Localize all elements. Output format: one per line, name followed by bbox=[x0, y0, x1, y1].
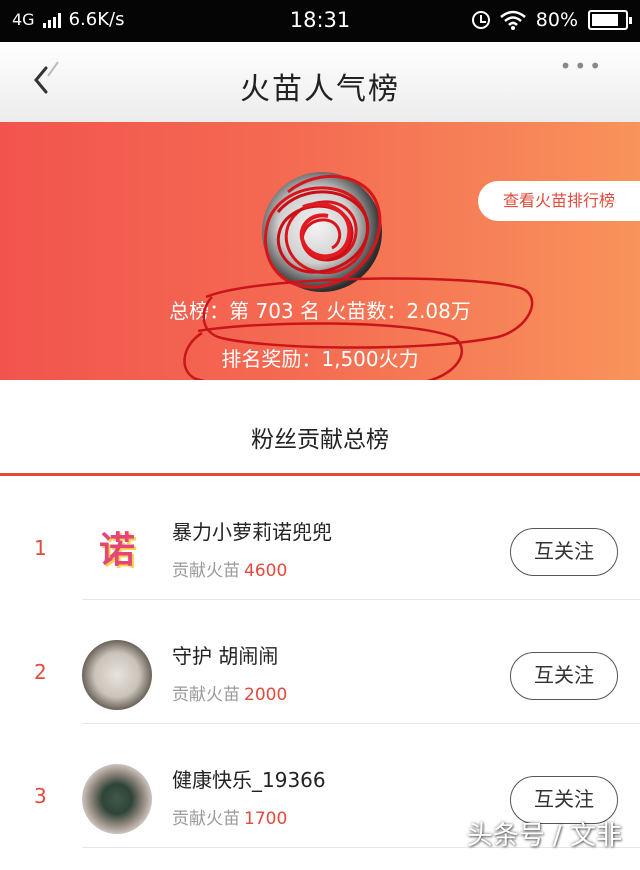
battery-percent: 80% bbox=[535, 9, 578, 31]
contribution-label: 贡献火苗 bbox=[172, 809, 240, 829]
avatar bbox=[82, 640, 152, 710]
contribution-value: 4600 bbox=[244, 561, 288, 581]
avatar bbox=[82, 764, 152, 834]
battery-fill bbox=[592, 14, 618, 26]
contribution-label: 贡献火苗 bbox=[172, 561, 240, 581]
user-name: 守护 胡闹闹 bbox=[172, 644, 279, 668]
battery-icon bbox=[588, 10, 632, 30]
nav-bar: 火苗人气榜 ••• bbox=[0, 42, 640, 122]
contribution: 贡献火苗 2000 bbox=[172, 680, 287, 705]
alarm-icon bbox=[471, 11, 490, 29]
follow-button[interactable]: 互关注 bbox=[510, 528, 618, 576]
view-ranking-button[interactable]: 查看火苗排行榜 bbox=[478, 181, 640, 221]
contribution-value: 2000 bbox=[244, 685, 288, 705]
status-right: 80% bbox=[471, 9, 632, 31]
rank-number: 1 bbox=[34, 536, 47, 560]
more-menu-button[interactable]: ••• bbox=[560, 54, 604, 78]
user-name: 健康快乐_19366 bbox=[172, 768, 326, 792]
contribution: 贡献火苗 4600 bbox=[172, 556, 287, 581]
follow-button[interactable]: 互关注 bbox=[510, 652, 618, 700]
rank-number: 2 bbox=[34, 660, 47, 684]
page-title: 火苗人气榜 bbox=[240, 72, 400, 107]
contribution-label: 贡献火苗 bbox=[172, 685, 240, 705]
fan-ranking-list: 1 诺 暴力小萝莉诺兜兜 贡献火苗 4600 互关注 2 守护 胡闹闹 贡献火苗 2… bbox=[0, 476, 640, 848]
contribution: 贡献火苗 1700 bbox=[172, 804, 287, 829]
avatar: 诺 bbox=[82, 516, 152, 586]
list-item[interactable]: 2 守护 胡闹闹 贡献火苗 2000 互关注 bbox=[0, 600, 640, 724]
list-item[interactable]: 1 诺 暴力小萝莉诺兜兜 贡献火苗 4600 互关注 bbox=[0, 476, 640, 600]
section-title: 粉丝贡献总榜 bbox=[251, 427, 389, 453]
watermark: 头条号 / 文非 bbox=[466, 821, 622, 851]
wifi-icon bbox=[499, 10, 526, 30]
contribution-value: 1700 bbox=[244, 809, 288, 829]
status-bar: 4G 6.6K/s 18:31 80% bbox=[0, 0, 640, 42]
rank-number: 3 bbox=[34, 784, 47, 808]
fan-contribution-header: 粉丝贡献总榜 bbox=[0, 380, 640, 476]
rank-banner: 查看火苗排行榜 总榜：第 703 名 火苗数：2.08万 排名奖励：1,500火… bbox=[0, 122, 640, 391]
user-name: 暴力小萝莉诺兜兜 bbox=[172, 520, 332, 544]
